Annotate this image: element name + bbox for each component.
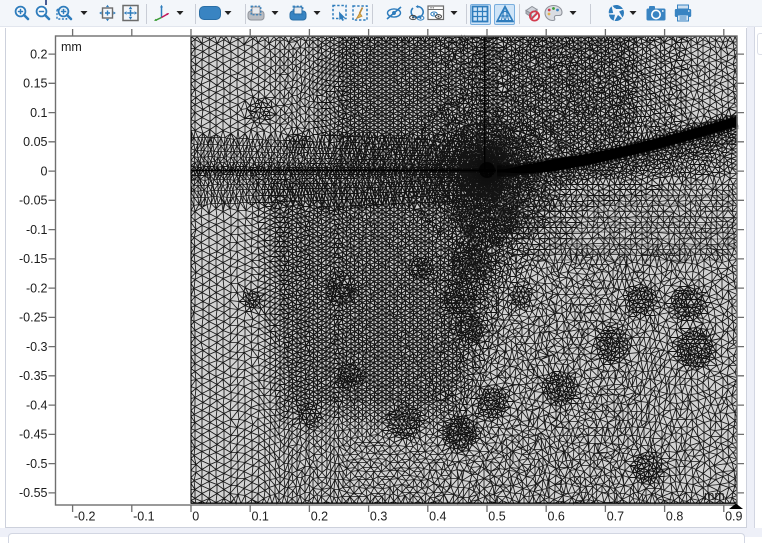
svg-text:-0.2: -0.2 bbox=[74, 510, 96, 524]
svg-text:0.05: 0.05 bbox=[23, 135, 47, 149]
svg-text:0.15: 0.15 bbox=[23, 77, 47, 91]
svg-text:-0.1: -0.1 bbox=[133, 510, 155, 524]
svg-text:-0.35: -0.35 bbox=[19, 369, 48, 383]
svg-text:-0.3: -0.3 bbox=[26, 340, 48, 354]
svg-text:0.7: 0.7 bbox=[607, 510, 624, 524]
svg-text:0.3: 0.3 bbox=[370, 510, 387, 524]
svg-text:-0.1: -0.1 bbox=[26, 223, 48, 237]
svg-text:-0.25: -0.25 bbox=[19, 311, 48, 325]
svg-text:-0.2: -0.2 bbox=[26, 281, 48, 295]
svg-text:0.4: 0.4 bbox=[429, 510, 446, 524]
svg-text:0.1: 0.1 bbox=[30, 106, 47, 120]
svg-text:0.2: 0.2 bbox=[30, 47, 47, 61]
svg-text:mm: mm bbox=[61, 40, 82, 54]
svg-text:-0.5: -0.5 bbox=[26, 457, 48, 471]
svg-text:-0.45: -0.45 bbox=[19, 428, 48, 442]
svg-text:mm: mm bbox=[704, 489, 725, 503]
svg-text:-0.55: -0.55 bbox=[19, 486, 48, 500]
svg-text:-0.4: -0.4 bbox=[26, 398, 48, 412]
svg-text:0.6: 0.6 bbox=[548, 510, 565, 524]
svg-text:-0.05: -0.05 bbox=[19, 194, 48, 208]
svg-text:-0.15: -0.15 bbox=[19, 252, 48, 266]
svg-text:0.5: 0.5 bbox=[488, 510, 505, 524]
svg-text:0.9: 0.9 bbox=[725, 510, 742, 524]
svg-text:0: 0 bbox=[192, 510, 199, 524]
svg-text:0.2: 0.2 bbox=[311, 510, 328, 524]
svg-text:0.1: 0.1 bbox=[252, 510, 269, 524]
svg-text:0: 0 bbox=[41, 164, 48, 178]
svg-text:0.8: 0.8 bbox=[666, 510, 683, 524]
